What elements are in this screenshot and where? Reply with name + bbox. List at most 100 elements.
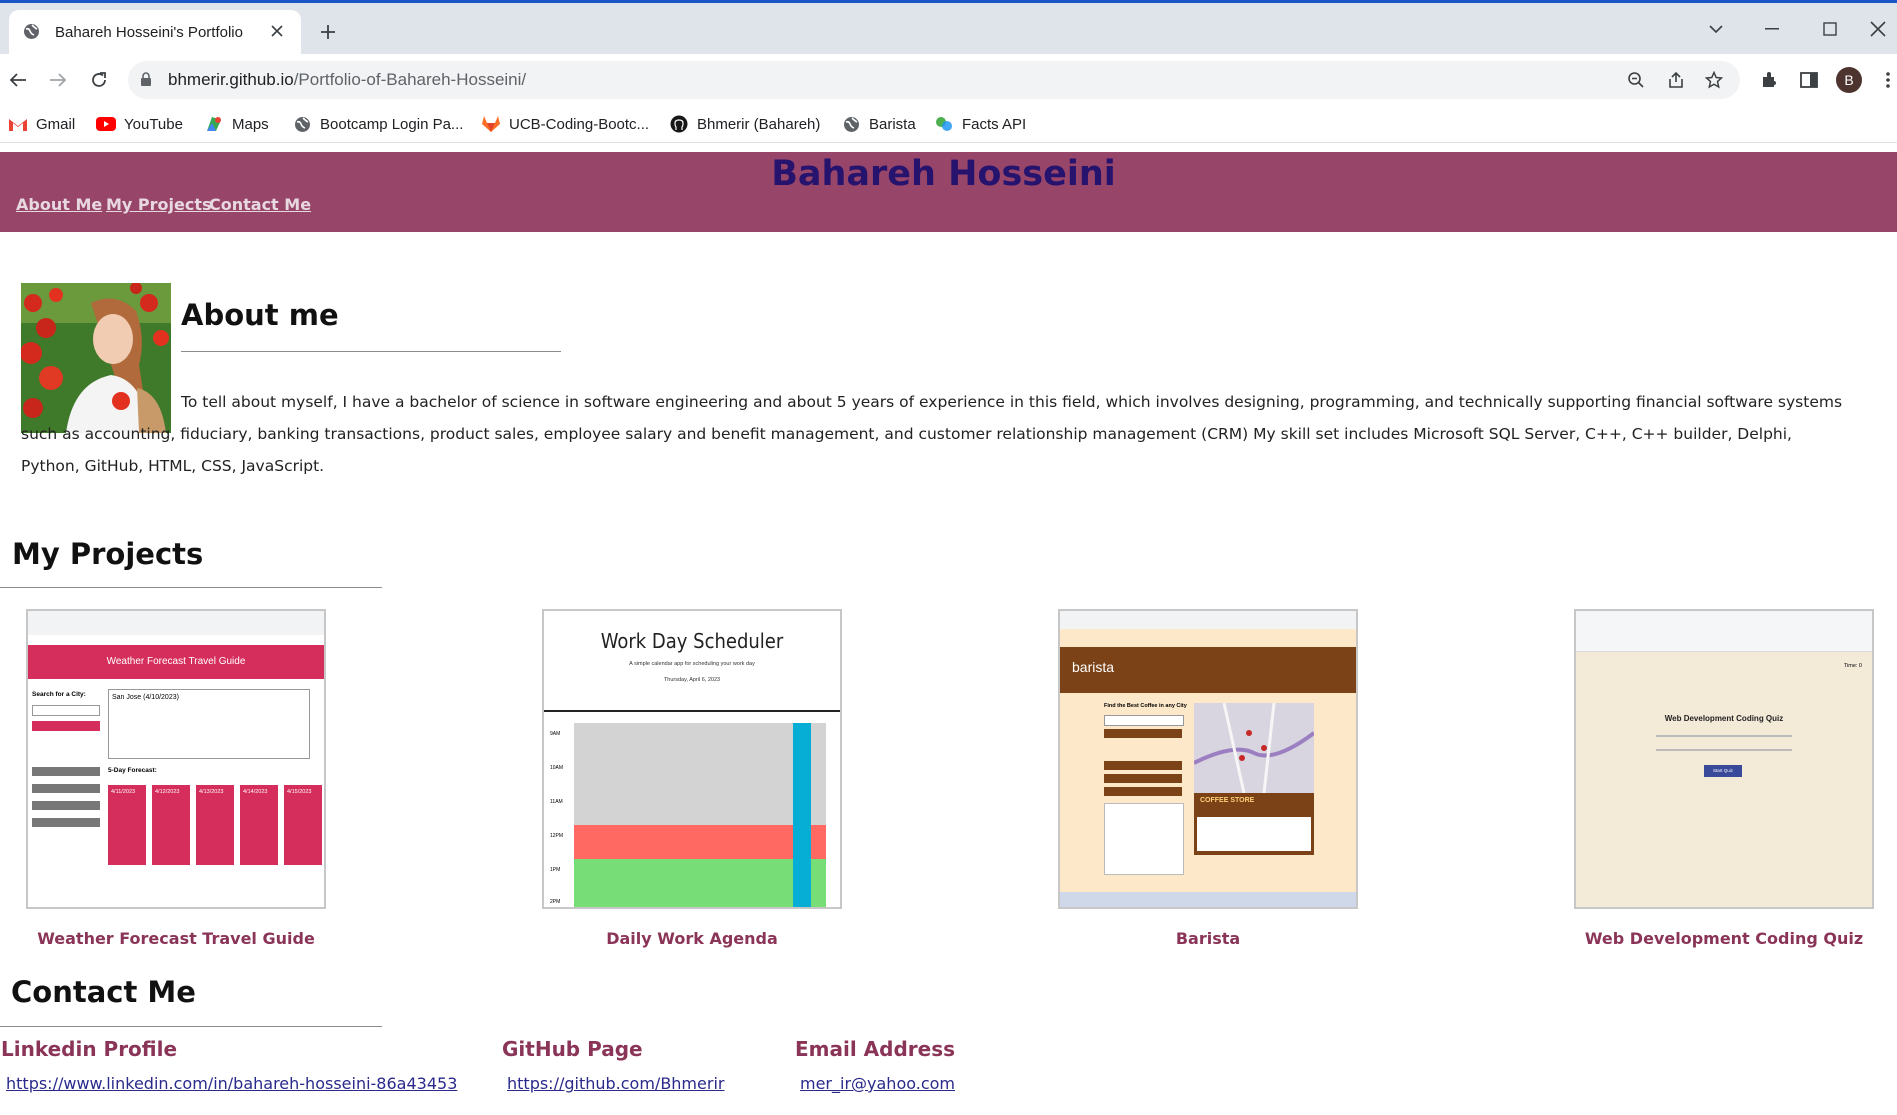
nav-about-me[interactable]: About Me [16, 195, 102, 214]
youtube-icon [96, 114, 116, 134]
thumb-hour: 10AM [550, 765, 564, 771]
email-heading: Email Address [795, 1037, 956, 1061]
close-window-icon[interactable] [1858, 15, 1897, 43]
thumb-date: Thursday, April 6, 2023 [663, 677, 721, 683]
project-thumbnail[interactable]: Weather Forecast Travel Guide Search for… [26, 609, 326, 909]
site-header: Bahareh Hosseini About Me My Projects Co… [0, 152, 1897, 232]
url-text[interactable]: bhmerir.github.io/Portfolio-of-Bahareh-H… [168, 70, 526, 90]
bookmark-label: Bhmerir (Bahareh) [697, 115, 821, 133]
bookmark-bootcamp[interactable]: Bootcamp Login Pa... [292, 111, 463, 137]
gmail-icon [8, 114, 28, 134]
back-icon[interactable] [5, 67, 31, 93]
extensions-icon[interactable] [1756, 67, 1782, 93]
bookmark-label: Bootcamp Login Pa... [320, 115, 464, 133]
bookmarks-bar: Gmail YouTube Maps Bootcamp Login Pa... … [0, 106, 1897, 143]
bookmark-gitlab[interactable]: UCB-Coding-Bootc... [481, 111, 649, 137]
zoom-icon[interactable] [1625, 69, 1647, 91]
email-link[interactable]: mer_ir@yahoo.com [800, 1074, 955, 1093]
github-heading: GitHub Page [502, 1037, 643, 1061]
maps-icon [204, 114, 224, 134]
nav-my-projects[interactable]: My Projects [106, 195, 212, 214]
thumb-hour: 11AM [550, 799, 563, 805]
project-card-weather[interactable]: Weather Forecast Travel Guide Search for… [26, 609, 326, 948]
browser-toolbar: bhmerir.github.io/Portfolio-of-Bahareh-H… [0, 54, 1897, 106]
project-title[interactable]: Web Development Coding Quiz [1514, 929, 1897, 948]
about-heading: About me [181, 298, 339, 332]
bookmark-barista[interactable]: Barista [841, 111, 916, 137]
linkedin-link[interactable]: https://www.linkedin.com/in/bahareh-hoss… [6, 1074, 457, 1093]
project-title[interactable]: Daily Work Agenda [482, 929, 902, 948]
close-tab-icon[interactable] [265, 19, 289, 43]
thumb-title: Web Development Coding Quiz [1664, 714, 1784, 723]
site-title: Bahareh Hosseini [771, 154, 1116, 194]
projects-heading: My Projects [12, 537, 204, 571]
project-thumbnail[interactable]: Work Day Scheduler A simple calendar app… [542, 609, 842, 909]
about-text: To tell about myself, I have a bachelor … [21, 386, 1851, 482]
bookmark-label: YouTube [124, 115, 183, 133]
facts-icon [934, 114, 954, 134]
thumb-day: 4/13/2023 [199, 789, 224, 795]
project-card-quiz[interactable]: Time: 0 Web Development Coding Quiz Star… [1574, 609, 1874, 948]
globe-icon [841, 114, 861, 134]
project-title[interactable]: Barista [998, 929, 1418, 948]
github-link[interactable]: https://github.com/Bhmerir [507, 1074, 724, 1093]
globe-icon [292, 114, 312, 134]
thumb-hour: 9AM [550, 731, 561, 737]
bookmark-maps[interactable]: Maps [204, 111, 269, 137]
projects-divider [0, 587, 382, 588]
browser-tab[interactable]: Bahareh Hosseini's Portfolio [9, 10, 301, 54]
project-card-scheduler[interactable]: Work Day Scheduler A simple calendar app… [542, 609, 842, 948]
nav-contact-me[interactable]: Contact Me [209, 195, 311, 214]
thumb-day: 4/14/2023 [243, 789, 268, 795]
thumb-day: 4/12/2023 [155, 789, 180, 795]
bookmark-youtube[interactable]: YouTube [96, 111, 183, 137]
tab-title: Bahareh Hosseini's Portfolio [55, 24, 243, 41]
tab-strip: Bahareh Hosseini's Portfolio [0, 3, 1897, 54]
thumb-hour: 2PM [550, 899, 561, 905]
thumb-sub: A simple calendar app for scheduling you… [629, 661, 755, 667]
thumb-search: Search for a City: [32, 691, 86, 698]
bookmark-gmail[interactable]: Gmail [8, 111, 75, 137]
gitlab-icon [481, 114, 501, 134]
linkedin-heading: Linkedin Profile [1, 1037, 178, 1061]
bookmark-facts-api[interactable]: Facts API [934, 111, 1026, 137]
thumb-brand: barista [1072, 659, 1115, 675]
lock-icon[interactable] [140, 72, 152, 92]
thumb-start-button: Start Quiz [1704, 765, 1742, 777]
side-panel-icon[interactable] [1796, 67, 1822, 93]
thumb-day: 4/15/2023 [287, 789, 312, 795]
thumb-forecast: 5-Day Forecast: [108, 767, 157, 774]
thumb-hour: 12PM [550, 833, 564, 839]
bookmark-label: Barista [869, 115, 916, 133]
project-thumbnail[interactable]: barista Find the Best Coffee in any City… [1058, 609, 1358, 909]
maximize-icon[interactable] [1810, 15, 1850, 43]
project-thumbnail[interactable]: Time: 0 Web Development Coding Quiz Star… [1574, 609, 1874, 909]
contact-heading: Contact Me [11, 975, 196, 1009]
new-tab-icon[interactable] [315, 19, 341, 45]
thumb-city: San Jose (4/10/2023) [112, 694, 179, 701]
minimize-icon[interactable] [1752, 15, 1792, 43]
project-title[interactable]: Weather Forecast Travel Guide [0, 929, 386, 948]
address-bar[interactable]: bhmerir.github.io/Portfolio-of-Bahareh-H… [128, 61, 1740, 99]
thumb-title: Work Day Scheduler [600, 629, 784, 653]
thumb-day: 4/11/2023 [111, 789, 136, 795]
menu-icon[interactable] [1875, 67, 1897, 93]
thumb-find: Find the Best Coffee in any City [1104, 703, 1187, 709]
github-icon [669, 114, 689, 134]
profile-avatar[interactable]: B [1836, 67, 1862, 93]
reload-icon[interactable] [86, 67, 112, 93]
bookmark-github[interactable]: Bhmerir (Bahareh) [669, 111, 820, 137]
about-paragraph: To tell about myself, I have a bachelor … [21, 393, 1843, 475]
share-icon[interactable] [1665, 69, 1687, 91]
thumb-hour: 1PM [550, 867, 561, 873]
globe-icon [23, 23, 40, 40]
contact-divider [0, 1026, 382, 1027]
tab-search-icon[interactable] [1696, 15, 1736, 43]
bookmark-label: Maps [232, 115, 269, 133]
bookmark-label: Facts API [962, 115, 1027, 133]
bookmark-star-icon[interactable] [1703, 69, 1725, 91]
bookmark-label: UCB-Coding-Bootc... [509, 115, 650, 133]
project-card-barista[interactable]: barista Find the Best Coffee in any City… [1058, 609, 1358, 948]
forward-icon[interactable] [45, 67, 71, 93]
thumb-time: Time: 0 [1843, 663, 1862, 669]
